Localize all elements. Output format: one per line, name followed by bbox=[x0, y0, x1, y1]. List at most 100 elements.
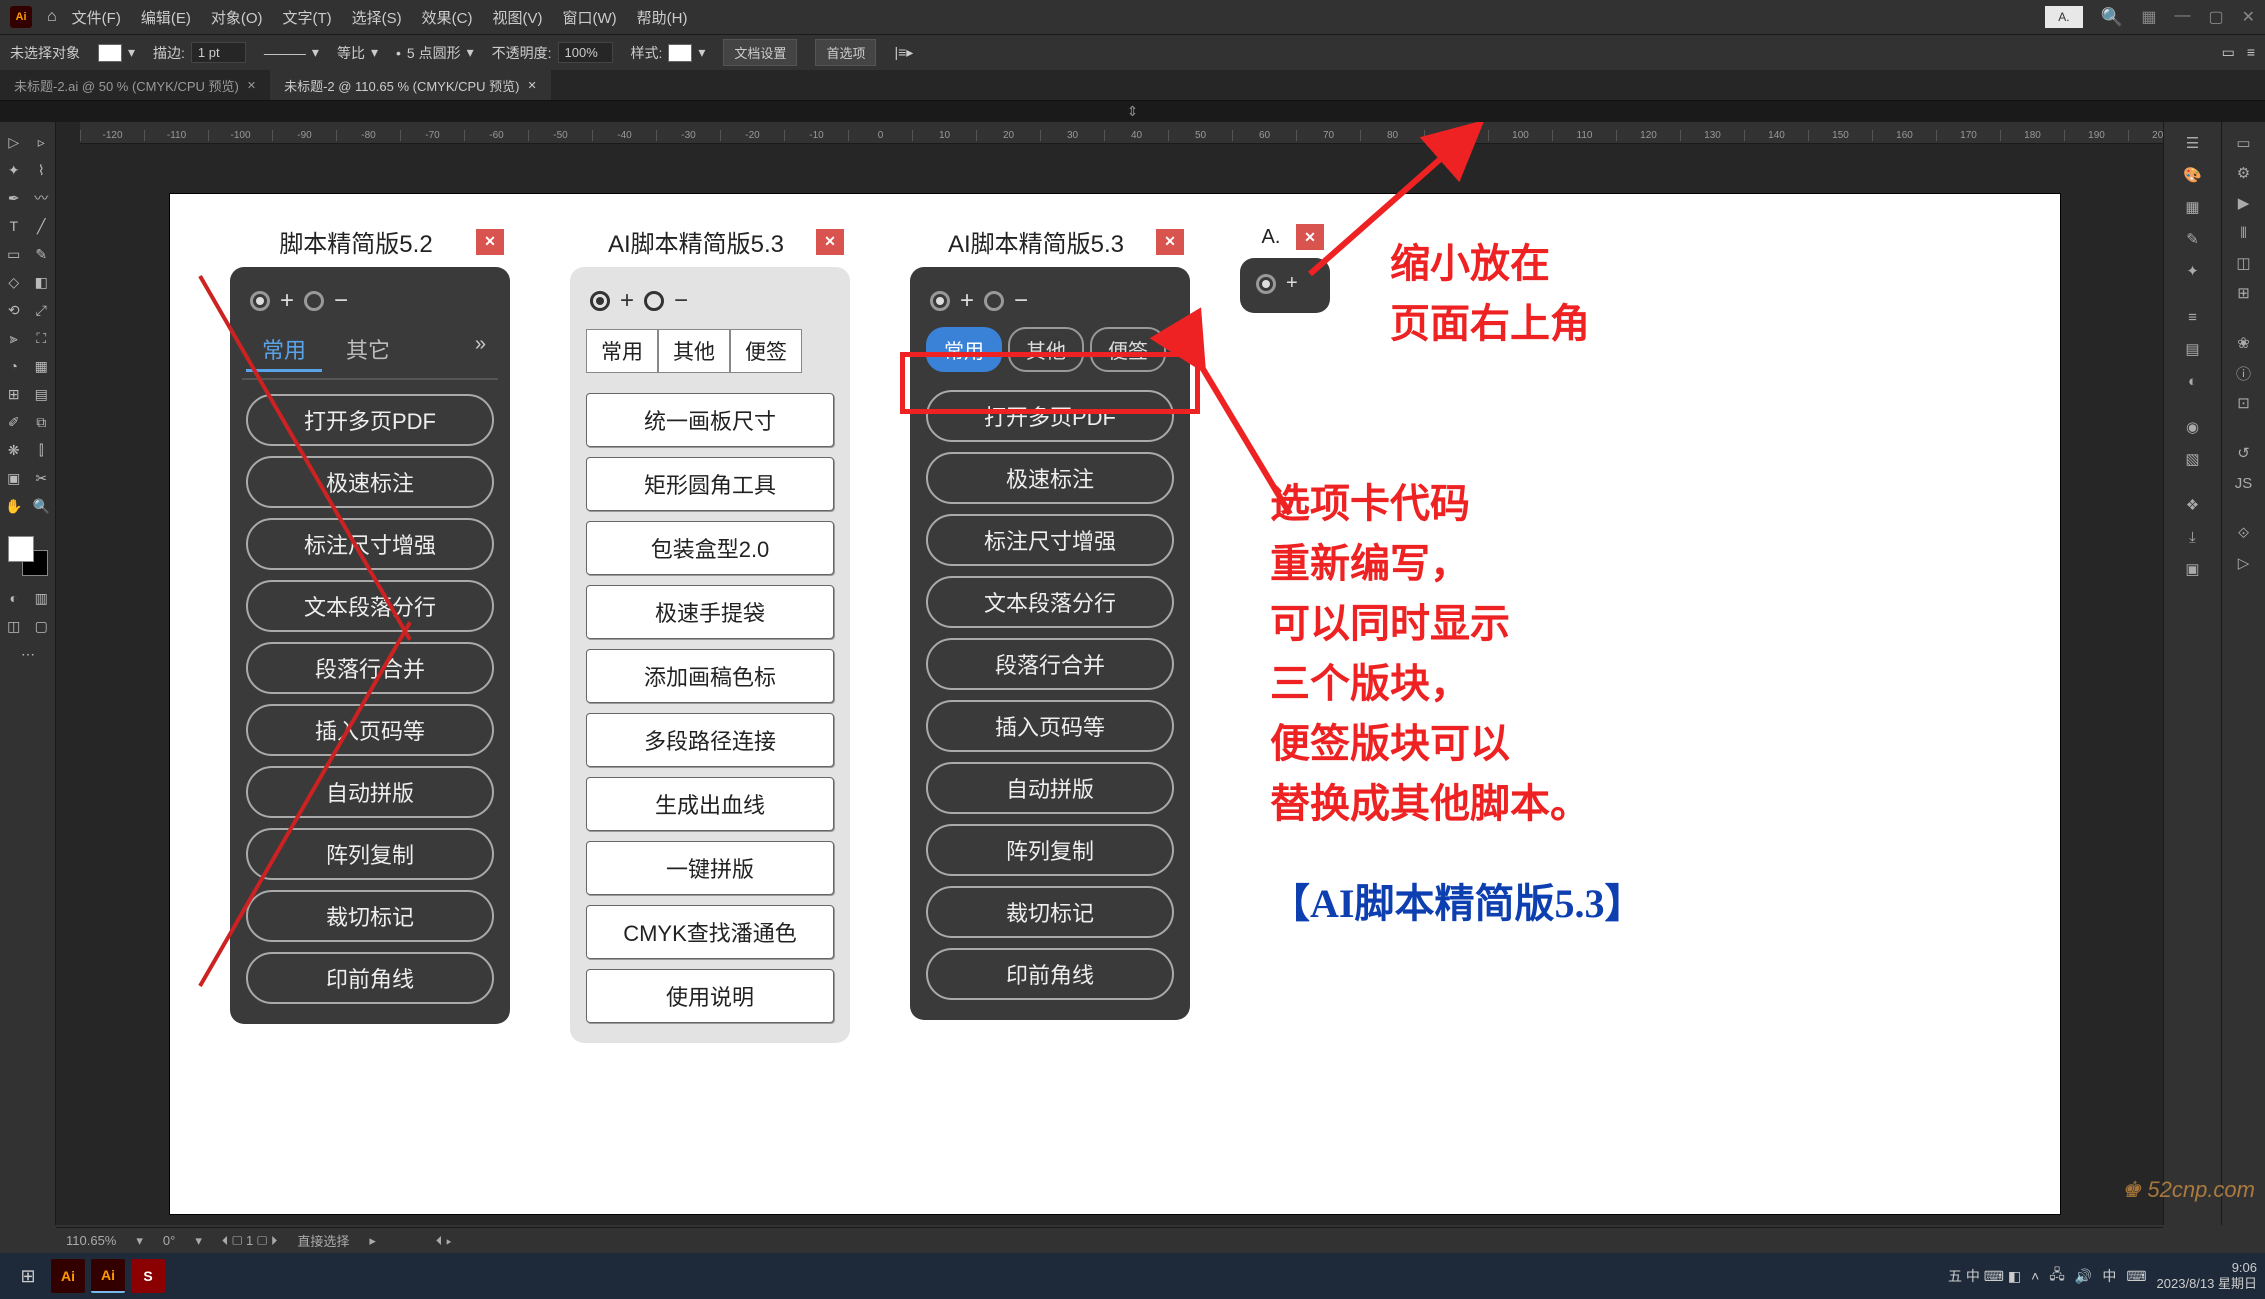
menu-help[interactable]: 帮助(H) bbox=[637, 7, 688, 28]
layers-panel-icon[interactable]: ❖ bbox=[2164, 490, 2221, 520]
pen-tool[interactable]: ✒ bbox=[0, 184, 28, 212]
radio-unselected[interactable] bbox=[304, 291, 324, 311]
css-panel-icon[interactable]: ❀ bbox=[2222, 328, 2265, 358]
taskbar-app-3[interactable]: S bbox=[131, 1259, 165, 1293]
function-button[interactable]: 文本段落分行 bbox=[246, 580, 494, 632]
asset-export-panel-icon[interactable]: ⤓ bbox=[2164, 522, 2221, 552]
start-button[interactable]: ⊞ bbox=[8, 1256, 48, 1296]
symbols-panel-icon[interactable]: ✦ bbox=[2164, 256, 2221, 286]
tab-other[interactable]: 其它 bbox=[330, 329, 406, 372]
function-button[interactable]: 插入页码等 bbox=[246, 704, 494, 756]
tray-chevron-icon[interactable]: ˄ bbox=[2031, 1268, 2039, 1284]
taskbar-ai-1[interactable]: Ai bbox=[51, 1259, 85, 1293]
pathfinder-panel-icon[interactable]: ◫ bbox=[2222, 248, 2265, 278]
brushes-panel-icon[interactable]: ✎ bbox=[2164, 224, 2221, 254]
history-panel-icon[interactable]: ↺ bbox=[2222, 438, 2265, 468]
expand-docs-icon[interactable]: ⇕ bbox=[0, 100, 2265, 122]
function-button[interactable]: 自动拼版 bbox=[246, 766, 494, 818]
variables-panel-icon[interactable]: JS bbox=[2222, 468, 2265, 498]
radio-selected[interactable] bbox=[590, 291, 610, 311]
prefs-button[interactable]: 首选项 bbox=[815, 39, 876, 66]
minimized-panel-marker[interactable]: A. bbox=[2045, 6, 2083, 28]
info-panel-icon[interactable]: ⓘ bbox=[2222, 358, 2265, 388]
maximize-button[interactable]: ▢ bbox=[2208, 7, 2223, 27]
graph-tool[interactable]: ⫿ bbox=[28, 436, 56, 464]
libraries-panel-icon[interactable]: ▭ bbox=[2222, 128, 2265, 158]
transparency-panel-icon[interactable]: ◐ bbox=[2164, 366, 2221, 396]
function-button[interactable]: 一键拼版 bbox=[586, 841, 834, 895]
home-icon[interactable]: ⌂ bbox=[47, 8, 57, 26]
opacity-input[interactable] bbox=[558, 42, 613, 63]
screen-mode-icon[interactable]: ▢ bbox=[28, 612, 56, 640]
tray-volume-icon[interactable]: 🔊 bbox=[2075, 1268, 2092, 1285]
align-icon[interactable]: |≡▸ bbox=[894, 44, 913, 61]
scale-tool[interactable]: ⤢ bbox=[28, 296, 56, 324]
paintbrush-tool[interactable]: ✎ bbox=[28, 240, 56, 268]
mesh-tool[interactable]: ⊞ bbox=[0, 380, 28, 408]
play-panel-icon[interactable]: ▷ bbox=[2222, 548, 2265, 578]
brush-preset[interactable]: 5 点圆形 bbox=[407, 43, 461, 63]
tray-network-icon[interactable]: 🖧 bbox=[2049, 1264, 2065, 1288]
function-button[interactable]: 插入页码等 bbox=[926, 700, 1174, 752]
shaper-tool[interactable]: ◇ bbox=[0, 268, 28, 296]
radio-selected[interactable] bbox=[250, 291, 270, 311]
panel-close-button[interactable]: ✕ bbox=[1296, 224, 1324, 250]
function-button[interactable]: 极速标注 bbox=[246, 456, 494, 508]
radio-unselected[interactable] bbox=[644, 291, 664, 311]
graphic-styles-panel-icon[interactable]: ▧ bbox=[2164, 444, 2221, 474]
menu-object[interactable]: 对象(O) bbox=[211, 7, 263, 28]
function-button[interactable]: 包装盒型2.0 bbox=[586, 521, 834, 575]
tab-common[interactable]: 常用 bbox=[586, 329, 658, 373]
chevron-right-icon[interactable]: » bbox=[467, 329, 494, 372]
tab-note[interactable]: 便签 bbox=[730, 329, 802, 373]
function-button[interactable]: 统一画板尺寸 bbox=[586, 393, 834, 447]
symbol-sprayer-tool[interactable]: ❋ bbox=[0, 436, 28, 464]
canvas[interactable]: -120-110-100-90-80-70-60-50-40-30-20-100… bbox=[56, 122, 2163, 1225]
taskbar-ai-2[interactable]: Ai bbox=[91, 1259, 125, 1293]
function-button[interactable]: 裁切标记 bbox=[926, 886, 1174, 938]
radio-selected[interactable] bbox=[1256, 274, 1276, 294]
panel-close-button[interactable]: ✕ bbox=[476, 229, 504, 255]
zoom-tool[interactable]: 🔍 bbox=[28, 492, 56, 520]
lasso-tool[interactable]: ⌇ bbox=[28, 156, 56, 184]
panel-close-button[interactable]: ✕ bbox=[1156, 229, 1184, 255]
tray-ime-icon[interactable]: 中 bbox=[2102, 1266, 2116, 1286]
rotate-tool[interactable]: ⟲ bbox=[0, 296, 28, 324]
width-tool[interactable]: ⫸ bbox=[0, 324, 28, 352]
function-button[interactable]: 添加画稿色标 bbox=[586, 649, 834, 703]
appearance-panel-icon[interactable]: ◉ bbox=[2164, 412, 2221, 442]
function-button[interactable]: 印前角线 bbox=[926, 948, 1174, 1000]
eraser-tool[interactable]: ◧ bbox=[28, 268, 56, 296]
artboard-tool[interactable]: ▣ bbox=[0, 464, 28, 492]
ime-indicator[interactable]: 五 中 ⌨ ◧ bbox=[1948, 1266, 2021, 1286]
color-mode-icon[interactable]: ◐ bbox=[0, 584, 28, 612]
menu-type[interactable]: 文字(T) bbox=[283, 7, 332, 28]
search-icon[interactable]: 🔍 bbox=[2101, 7, 2123, 28]
links-panel-icon[interactable]: ⚙ bbox=[2222, 158, 2265, 188]
rectangle-tool[interactable]: ▭ bbox=[0, 240, 28, 268]
tray-keyboard-icon[interactable]: ⌨ bbox=[2126, 1268, 2146, 1285]
curvature-tool[interactable]: 〰 bbox=[28, 184, 56, 212]
uniform-toggle[interactable]: 等比 bbox=[337, 43, 365, 63]
rotate-view[interactable]: 0° bbox=[163, 1233, 175, 1248]
fill-stroke-indicator[interactable] bbox=[8, 536, 48, 576]
function-button[interactable]: 极速标注 bbox=[926, 452, 1174, 504]
function-button[interactable]: 自动拼版 bbox=[926, 762, 1174, 814]
radio-selected[interactable] bbox=[930, 291, 950, 311]
magic-wand-tool[interactable]: ✦ bbox=[0, 156, 28, 184]
swatches-panel-icon[interactable]: ▦ bbox=[2164, 192, 2221, 222]
function-button[interactable]: 段落行合并 bbox=[926, 638, 1174, 690]
fill-swatch[interactable] bbox=[98, 44, 122, 62]
panel-close-button[interactable]: ✕ bbox=[816, 229, 844, 255]
stroke-input[interactable] bbox=[191, 42, 246, 63]
shape-builder-tool[interactable]: ◔ bbox=[0, 352, 28, 380]
menu-select[interactable]: 选择(S) bbox=[352, 7, 402, 28]
doc-tab-2[interactable]: 未标题-2 @ 110.65 % (CMYK/CPU 预览)✕ bbox=[270, 70, 551, 100]
function-button[interactable]: 阵列复制 bbox=[926, 824, 1174, 876]
menu-effect[interactable]: 效果(C) bbox=[422, 7, 473, 28]
doc-tab-1[interactable]: 未标题-2.ai @ 50 % (CMYK/CPU 预览)✕ bbox=[0, 70, 270, 100]
function-button[interactable]: 生成出血线 bbox=[586, 777, 834, 831]
menu-view[interactable]: 视图(V) bbox=[492, 7, 542, 28]
menu-file[interactable]: 文件(F) bbox=[72, 7, 121, 28]
eyedropper-tool[interactable]: ✐ bbox=[0, 408, 28, 436]
